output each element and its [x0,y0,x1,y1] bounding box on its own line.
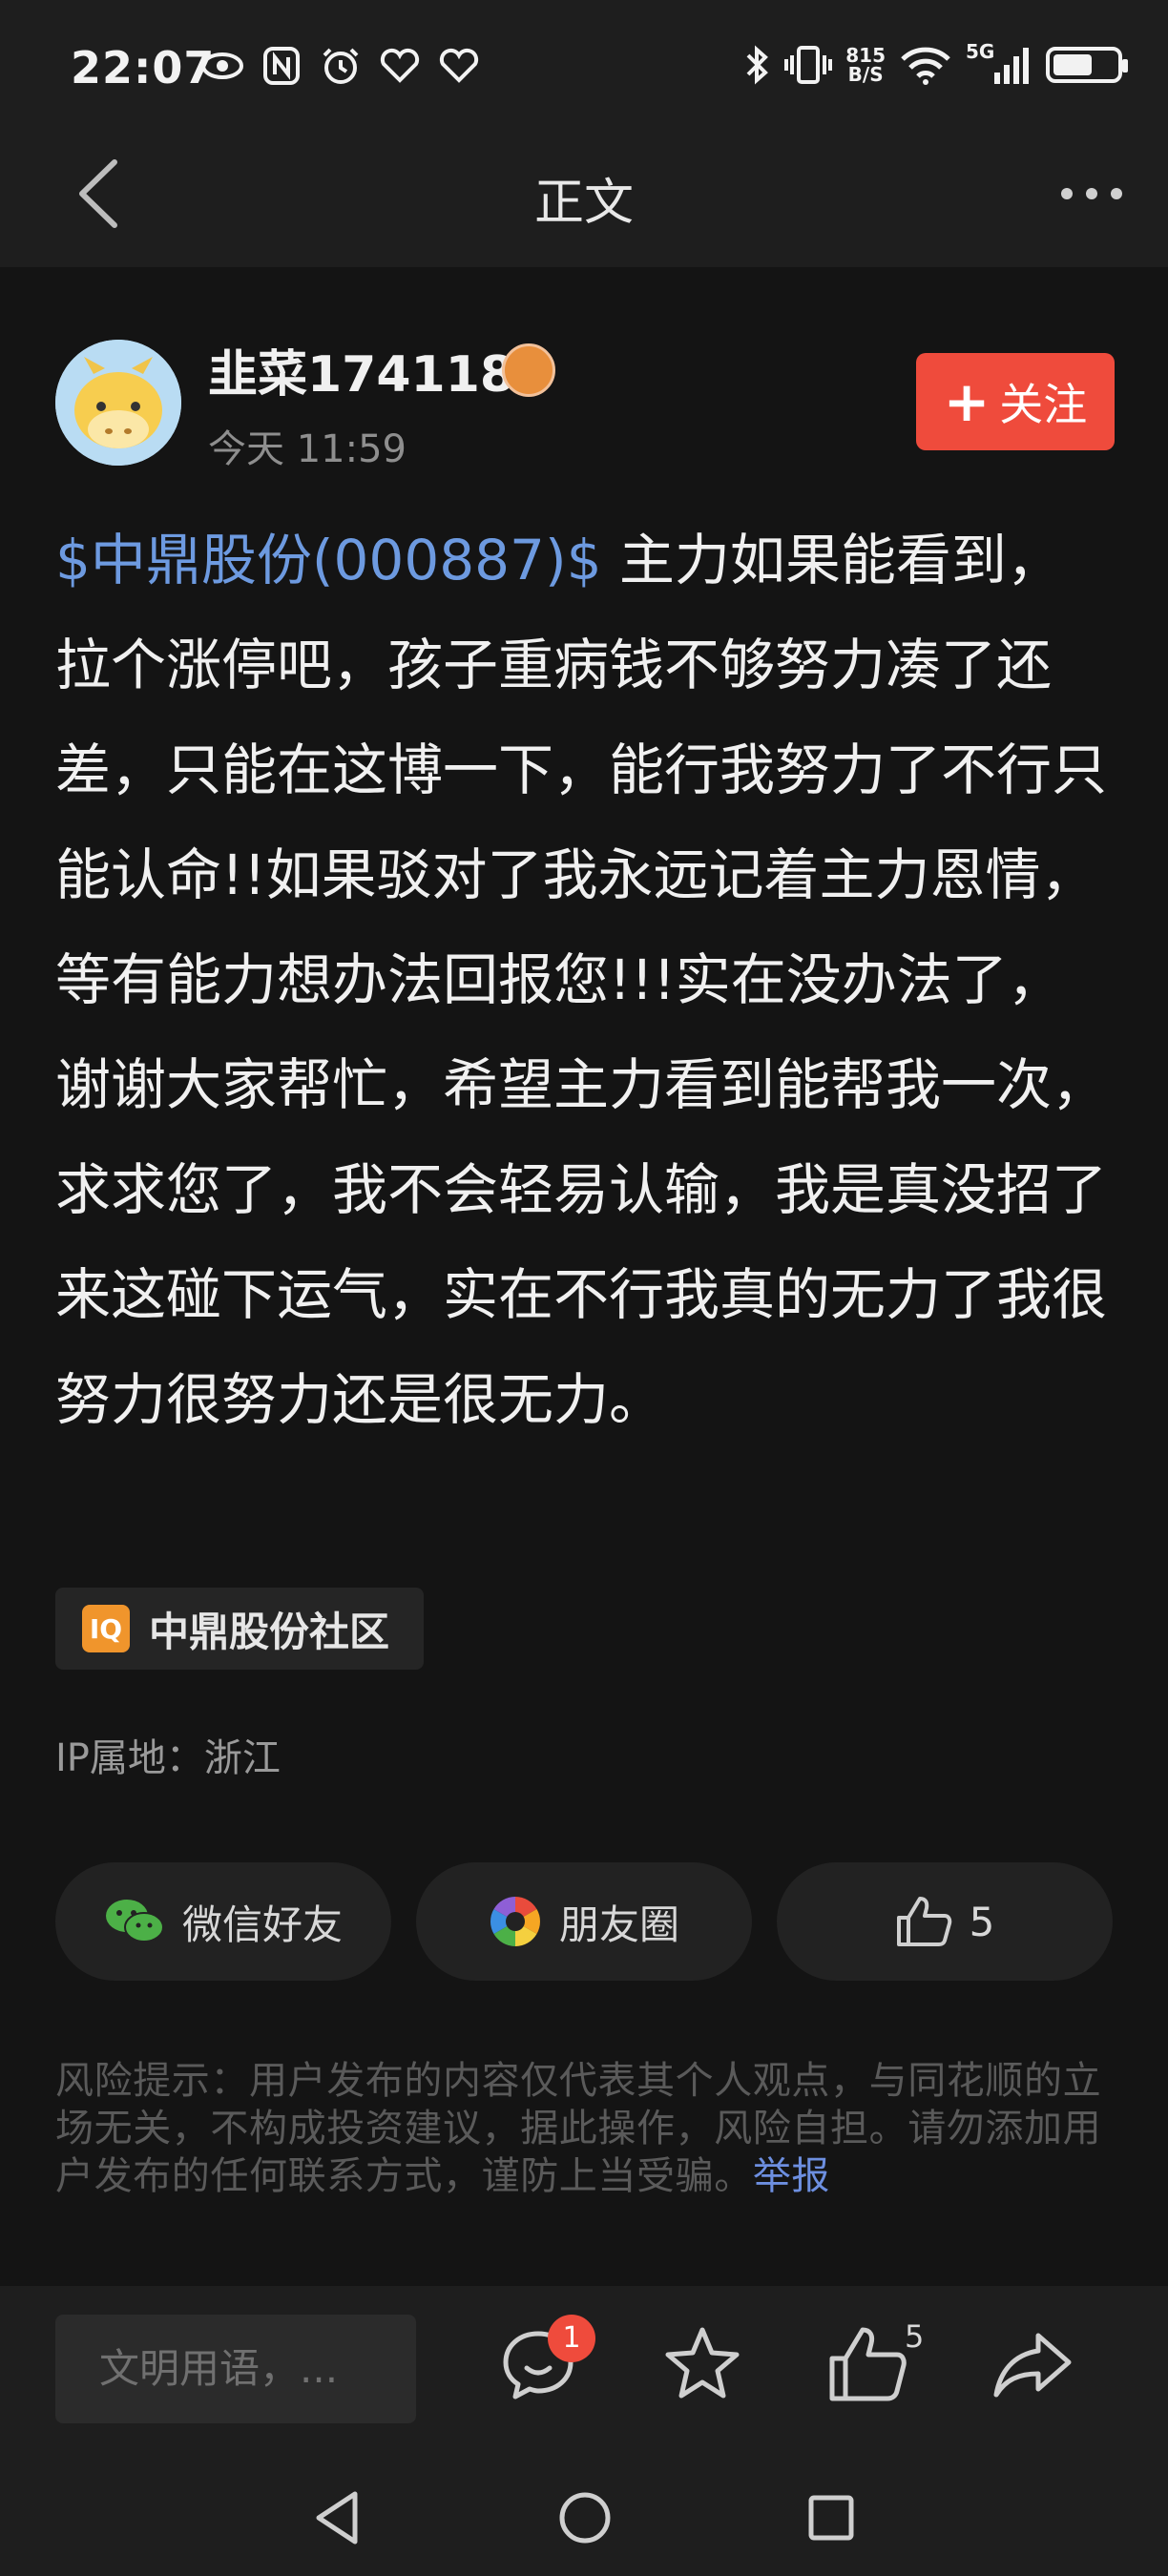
status-time: 22:07 [71,42,216,93]
net-speed: 815 B/S [845,46,886,84]
more-dots-icon [1061,188,1122,199]
community-logo-icon: IQ [82,1605,130,1652]
post-content: $中鼎股份(000887)$ 主力如果能看到，拉个涨停吧，孩子重病钱不够努力凑了… [55,508,1115,1452]
nav-back-triangle-icon [316,2491,358,2545]
share-wechat-button[interactable]: 微信好友 [55,1862,391,1981]
moments-icon [490,1897,540,1946]
nav-home-circle-icon [559,2492,611,2544]
nav-back-button[interactable] [305,2484,372,2551]
author-name[interactable]: 韭菜174118 [208,334,514,405]
share-moments-button[interactable]: 朋友圈 [416,1862,752,1981]
bluetooth-icon [746,45,769,85]
risk-notice: 风险提示：用户发布的内容仅代表其个人观点，与同花顺的立场无关，不构成投资建议，据… [55,2057,1116,2200]
cow-avatar-icon [55,340,181,466]
avatar[interactable] [55,340,181,466]
follow-label: 关注 [999,379,1088,430]
heart-icon-2 [437,46,481,86]
like-button[interactable] [823,2320,910,2408]
net-speed-unit: B/S [847,63,884,86]
plus-icon: + [943,369,991,434]
comment-input[interactable]: 文明用语，... [55,2315,416,2423]
alarm-icon [319,46,363,86]
vibrate-icon [784,46,833,84]
user-level-badge-icon [502,343,555,397]
follow-button[interactable]: + 关注 [916,353,1115,450]
eye-icon [200,46,244,86]
nav-recents-square-icon [808,2495,854,2541]
risk-notice-text: 风险提示：用户发布的内容仅代表其个人观点，与同花顺的立场无关，不构成投资建议，据… [55,2059,1102,2198]
post-like-count: 5 [969,1898,995,1945]
battery-icon [1046,47,1128,83]
post-time: 今天 11:59 [208,427,407,471]
net-speed-value: 815 [845,44,886,67]
share-arrow-icon [993,2333,1072,2398]
comment-count-badge: 1 [548,2315,595,2362]
share-button[interactable] [989,2320,1076,2408]
wechat-icon [105,1900,164,1942]
report-link[interactable]: 举报 [753,2154,830,2198]
star-icon [665,2327,740,2399]
community-chip[interactable]: IQ 中鼎股份社区 [55,1588,424,1670]
status-left-icons [200,46,481,86]
thumbs-up-icon-bottom [829,2327,907,2401]
post-body-text: 主力如果能看到，拉个涨停吧，孩子重病钱不够努力凑了还差，只能在这博一下，能行我努… [55,528,1108,1432]
community-label: 中鼎股份社区 [149,1608,390,1655]
bottom-like-count: 5 [905,2318,925,2355]
thumbs-up-icon [896,1897,951,1946]
status-right-icons: 815 B/S 5G [742,40,1128,86]
more-button[interactable] [1053,170,1130,218]
ip-location: IP属地：浙江 [55,1736,281,1780]
favorite-button[interactable] [658,2320,746,2408]
post-like-button[interactable]: 5 [777,1862,1113,1981]
wifi-icon [901,47,950,85]
share-moments-label: 朋友圈 [558,1901,679,1948]
page-title: 正文 [533,175,634,232]
heart-icon [378,46,422,86]
nav-home-button[interactable] [552,2484,618,2551]
nfc-icon [260,46,303,86]
stock-tag-link[interactable]: $中鼎股份(000887)$ [55,528,601,592]
share-wechat-label: 微信好友 [181,1901,343,1948]
nav-recents-button[interactable] [798,2484,865,2551]
signal-icon: 5G [966,40,1032,86]
